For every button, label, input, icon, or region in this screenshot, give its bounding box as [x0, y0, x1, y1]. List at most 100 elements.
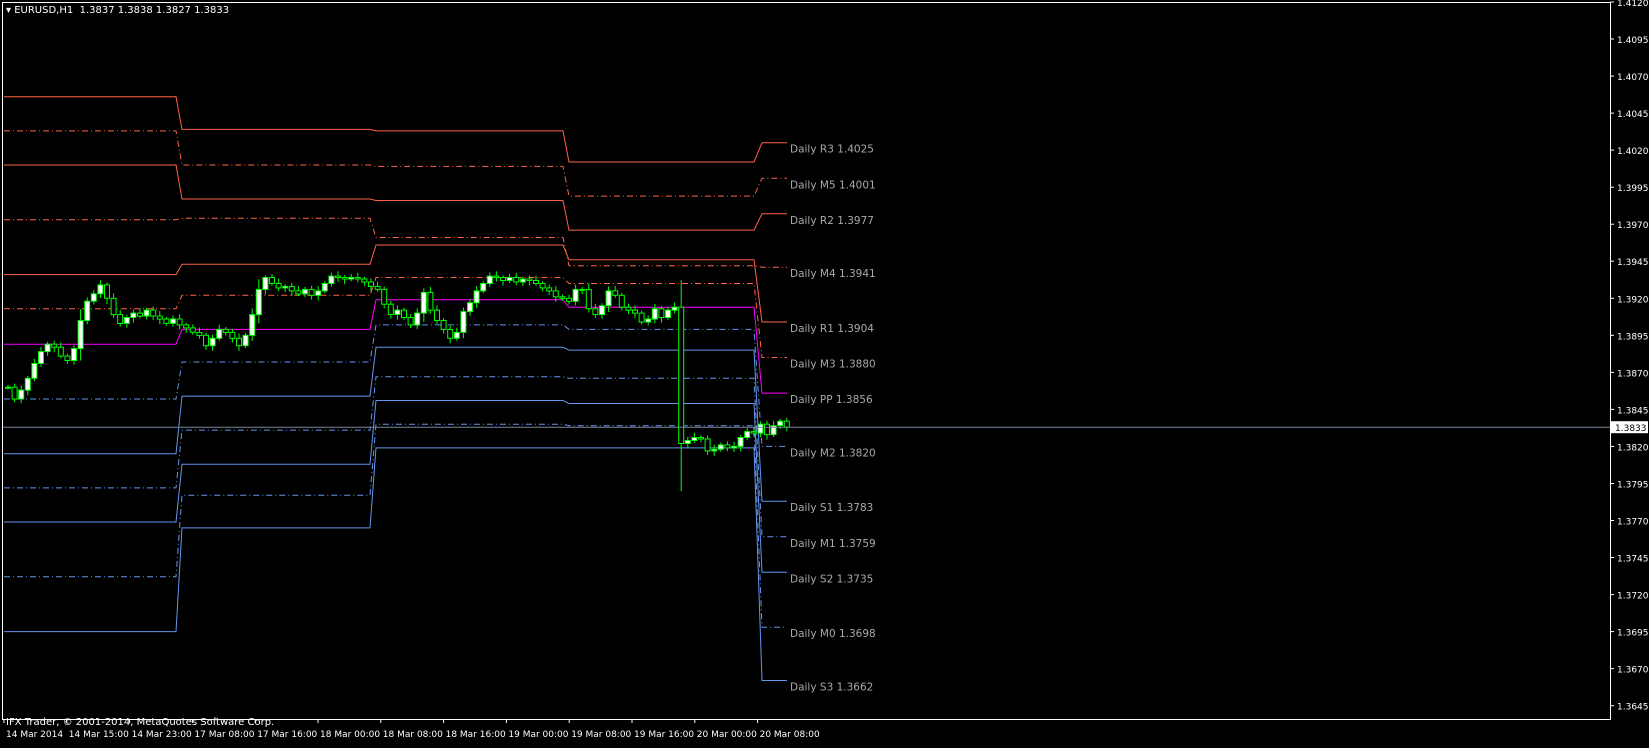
- candle-body[interactable]: [460, 311, 467, 333]
- candle-body[interactable]: [368, 281, 374, 287]
- candle-body[interactable]: [665, 309, 671, 319]
- candle-body[interactable]: [97, 284, 104, 295]
- candle-body[interactable]: [242, 334, 249, 347]
- candle-body[interactable]: [18, 389, 25, 400]
- candle-body[interactable]: [11, 386, 18, 400]
- candle-body[interactable]: [546, 287, 553, 292]
- candle-body[interactable]: [711, 448, 718, 452]
- candle-body[interactable]: [764, 423, 770, 436]
- candle-body[interactable]: [249, 314, 256, 336]
- candle-body[interactable]: [473, 290, 480, 304]
- candle-body[interactable]: [632, 309, 638, 314]
- candle-body[interactable]: [671, 306, 678, 311]
- candle-body[interactable]: [255, 288, 262, 316]
- candle-body[interactable]: [552, 290, 559, 298]
- candle-body[interactable]: [407, 317, 414, 326]
- candle-body[interactable]: [269, 277, 275, 284]
- candle-body[interactable]: [341, 277, 348, 280]
- candle-body[interactable]: [592, 308, 599, 316]
- candle-body[interactable]: [731, 445, 737, 449]
- candle-body[interactable]: [572, 288, 579, 302]
- candle-body[interactable]: [275, 283, 282, 289]
- candle-body[interactable]: [526, 278, 533, 281]
- chart-header[interactable]: ▾ EURUSD,H1 1.3837 1.3838 1.3827 1.3833: [6, 5, 229, 16]
- candle-body[interactable]: [420, 291, 427, 314]
- candle-body[interactable]: [612, 290, 619, 296]
- candle-body[interactable]: [467, 302, 473, 313]
- candle-body[interactable]: [77, 320, 84, 350]
- candle-body[interactable]: [658, 308, 665, 319]
- candle-body[interactable]: [777, 420, 784, 427]
- candle-body[interactable]: [750, 431, 757, 434]
- candle-body[interactable]: [229, 331, 236, 339]
- candle-body[interactable]: [163, 318, 170, 324]
- candle-body[interactable]: [434, 309, 440, 322]
- candle-body[interactable]: [31, 363, 38, 379]
- candle-body[interactable]: [51, 343, 58, 348]
- candle-body[interactable]: [282, 285, 289, 289]
- candle-body[interactable]: [38, 351, 44, 365]
- candle-body[interactable]: [486, 275, 493, 285]
- candle-body[interactable]: [209, 337, 216, 347]
- candle-body[interactable]: [387, 303, 394, 316]
- candle-body[interactable]: [196, 331, 203, 336]
- candle-body[interactable]: [170, 318, 176, 324]
- candle-body[interactable]: [559, 296, 566, 299]
- candle-body[interactable]: [183, 324, 190, 329]
- candle-body[interactable]: [354, 277, 361, 280]
- candle-body[interactable]: [605, 290, 612, 307]
- candle-body[interactable]: [585, 288, 592, 310]
- candle-body[interactable]: [744, 431, 751, 439]
- candle-body[interactable]: [691, 437, 698, 441]
- candle-body[interactable]: [480, 283, 487, 292]
- candle-body[interactable]: [717, 444, 724, 450]
- candle-body[interactable]: [64, 355, 71, 362]
- candle-body[interactable]: [189, 327, 196, 333]
- candle-body[interactable]: [625, 306, 632, 311]
- candle-body[interactable]: [110, 297, 117, 316]
- candle-body[interactable]: [513, 277, 520, 283]
- candle-body[interactable]: [401, 309, 407, 319]
- price-chart[interactable]: 1.3833 Daily R3 1.4025Daily M5 1.4001Dai…: [0, 0, 1649, 748]
- candle-body[interactable]: [328, 275, 335, 285]
- candle-body[interactable]: [493, 275, 500, 279]
- candle-body[interactable]: [5, 386, 11, 389]
- candle-body[interactable]: [295, 290, 302, 295]
- candle-body[interactable]: [579, 288, 586, 291]
- candle-body[interactable]: [150, 309, 157, 317]
- candle-body[interactable]: [123, 317, 130, 324]
- candle-body[interactable]: [453, 331, 460, 339]
- candle-body[interactable]: [130, 312, 137, 319]
- candle-body[interactable]: [24, 377, 31, 391]
- candle-body[interactable]: [156, 315, 163, 320]
- candle-body[interactable]: [90, 293, 97, 302]
- candle-body[interactable]: [348, 277, 355, 280]
- candle-body[interactable]: [414, 312, 421, 326]
- candle-body[interactable]: [137, 312, 143, 317]
- candle-body[interactable]: [645, 318, 652, 323]
- candle-body[interactable]: [427, 291, 434, 311]
- candle-body[interactable]: [203, 334, 209, 347]
- candle-body[interactable]: [335, 275, 341, 279]
- candle-body[interactable]: [394, 309, 401, 316]
- candle-body[interactable]: [440, 320, 447, 330]
- candle-body[interactable]: [539, 283, 546, 289]
- candle-body[interactable]: [216, 328, 223, 339]
- candle-body[interactable]: [638, 312, 645, 323]
- candle-body[interactable]: [374, 285, 381, 290]
- candle-body[interactable]: [447, 328, 454, 339]
- dropdown-triangle-icon[interactable]: ▾: [6, 5, 11, 16]
- candle-body[interactable]: [506, 277, 513, 281]
- candle-body[interactable]: [678, 306, 685, 445]
- candle-body[interactable]: [704, 438, 711, 452]
- candle-body[interactable]: [599, 305, 605, 316]
- candle-body[interactable]: [737, 437, 744, 447]
- candle-body[interactable]: [104, 284, 110, 299]
- candle-body[interactable]: [519, 278, 526, 283]
- candle-body[interactable]: [302, 288, 308, 295]
- candle-body[interactable]: [315, 290, 322, 296]
- candle-body[interactable]: [783, 420, 790, 428]
- candle-body[interactable]: [361, 278, 368, 283]
- candle-body[interactable]: [651, 308, 658, 320]
- candle-body[interactable]: [288, 285, 295, 292]
